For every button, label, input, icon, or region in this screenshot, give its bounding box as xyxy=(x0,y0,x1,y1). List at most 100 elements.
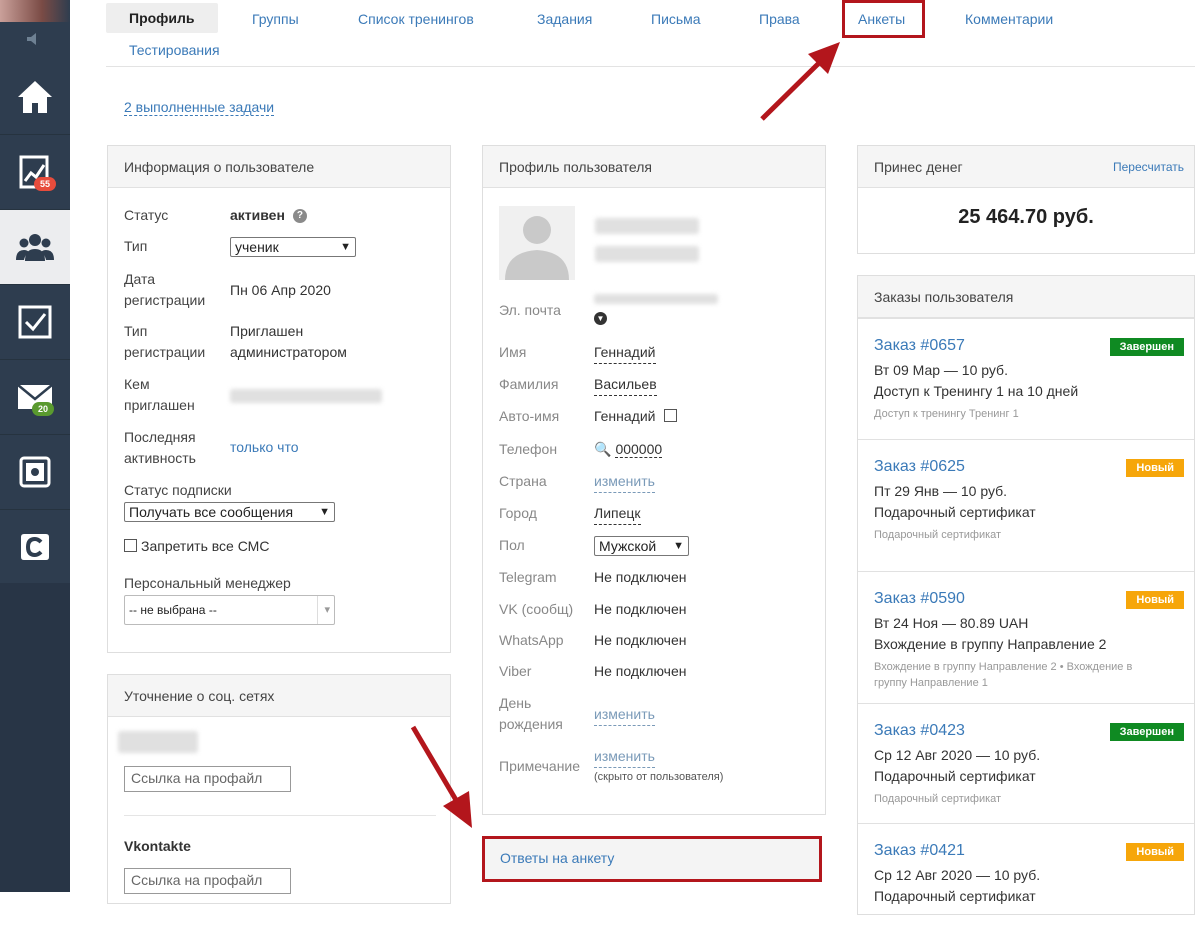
chevron-down-icon[interactable]: ▼ xyxy=(594,312,607,325)
sms-checkbox-row[interactable]: Запретить все СМС xyxy=(124,536,269,557)
birthday-label-2: рождения xyxy=(499,716,563,732)
vk-label: Vkontakte xyxy=(124,838,191,854)
city-value[interactable]: Липецк xyxy=(594,503,641,525)
name-value[interactable]: Геннадий xyxy=(594,342,656,364)
sidebar: 55 20 xyxy=(0,0,70,892)
money-title: Принес денег xyxy=(874,158,963,175)
avatar xyxy=(499,206,575,280)
manager-select[interactable]: -- не выбрана -- ▾ xyxy=(124,595,335,625)
subscription-select[interactable]: Получать все сообщения ▼ xyxy=(124,502,335,522)
help-icon[interactable]: ? xyxy=(292,209,307,224)
done-tasks-link[interactable]: 2 выполненные задачи xyxy=(124,99,275,116)
vk-messages-label: VK (сообщ) xyxy=(499,601,574,617)
orders-panel: Заказы пользователя Заказ #0657 Завершен В… xyxy=(857,275,1195,915)
profile-link-input[interactable]: Ссылка на профайл xyxy=(124,766,291,792)
mail-icon[interactable]: 20 xyxy=(0,360,70,435)
invited-by-blurred[interactable] xyxy=(230,389,382,403)
surveys-tab-highlight xyxy=(842,0,925,38)
arrow-to-surveys-tab xyxy=(760,60,822,121)
answers-highlight: Ответы на анкету xyxy=(482,836,822,882)
name-label: Имя xyxy=(499,344,527,360)
note-change-link[interactable]: изменить xyxy=(594,746,655,768)
autoname-value: Геннадий xyxy=(594,406,677,427)
phone-value[interactable]: 🔍 000000 xyxy=(594,439,663,460)
social-divider xyxy=(124,815,436,816)
order-title-link[interactable]: Заказ #0657 xyxy=(874,337,965,355)
order-item: Заказ #0423 Завершен Ср 12 Авг 2020 — 10 р… xyxy=(858,703,1194,824)
order-status-badge: Завершен xyxy=(1109,338,1184,356)
order-product: Подарочный сертификат xyxy=(874,504,1036,520)
order-title-link[interactable]: Заказ #0590 xyxy=(874,590,965,608)
tasks-checkbox-icon[interactable] xyxy=(0,285,70,360)
order-product-detail: Вхождение в группу Направление 2 • Вхожд… xyxy=(874,661,1133,673)
tab-groups[interactable]: Группы xyxy=(252,11,299,27)
email-label: Эл. почта xyxy=(499,302,561,318)
invited-by-label-1: Кем xyxy=(124,376,150,392)
telegram-label: Telegram xyxy=(499,569,557,585)
tab-trainings[interactable]: Список тренингов xyxy=(358,11,474,27)
safe-icon[interactable] xyxy=(0,435,70,510)
mail-badge: 20 xyxy=(32,402,55,416)
tab-testing[interactable]: Тестирования xyxy=(129,42,220,58)
users-icon[interactable] xyxy=(0,210,70,285)
last-activity-label-1: Последняя xyxy=(124,429,196,445)
order-item: Заказ #0625 Новый Пт 29 Янв — 10 руб. Подар… xyxy=(858,439,1194,572)
analytics-badge: 55 xyxy=(34,177,57,191)
sms-checkbox[interactable] xyxy=(124,539,137,552)
search-icon[interactable]: 🔍 xyxy=(594,441,611,457)
tab-comments[interactable]: Комментарии xyxy=(965,11,1053,27)
viber-label: Viber xyxy=(499,663,532,679)
order-status-badge: Новый xyxy=(1126,459,1184,477)
last-activity-value[interactable]: только что xyxy=(230,437,299,458)
order-date-price: Пт 29 Янв — 10 руб. xyxy=(874,483,1008,499)
gender-label: Пол xyxy=(499,537,525,553)
order-product: Доступ к Тренингу 1 на 10 дней xyxy=(874,383,1079,399)
order-title-link[interactable]: Заказ #0423 xyxy=(874,722,965,740)
whatsapp-label: WhatsApp xyxy=(499,632,564,648)
reg-type-label-2: регистрации xyxy=(124,344,206,360)
home-icon[interactable] xyxy=(0,60,70,135)
money-panel: Принес денег Пересчитать 25 464.70 руб. xyxy=(857,145,1195,254)
autoname-label: Авто-имя xyxy=(499,408,560,424)
tab-rights[interactable]: Права xyxy=(759,11,800,27)
user-avatar[interactable] xyxy=(0,0,70,22)
getcourse-logo-icon[interactable] xyxy=(0,510,70,585)
country-change-link[interactable]: изменить xyxy=(594,471,655,493)
status-label: Статус xyxy=(124,207,169,223)
country-label: Страна xyxy=(499,473,547,489)
chevron-down-icon: ▼ xyxy=(319,506,330,518)
money-amount: 25 464.70 руб. xyxy=(958,206,1094,228)
reg-type-value-2: администратором xyxy=(230,344,347,360)
gender-select[interactable]: Мужской ▼ xyxy=(594,536,689,556)
last-activity-label-2: активность xyxy=(124,450,196,466)
speaker-icon[interactable] xyxy=(22,32,48,48)
order-product: Подарочный сертификат xyxy=(874,768,1036,784)
survey-answers-link[interactable]: Ответы на анкету xyxy=(500,850,614,866)
manager-label: Персональный менеджер xyxy=(124,575,291,591)
chevron-down-icon: ▼ xyxy=(340,241,351,253)
birthday-change-link[interactable]: изменить xyxy=(594,704,655,726)
invited-by-label-2: приглашен xyxy=(124,397,195,413)
order-title-link[interactable]: Заказ #0421 xyxy=(874,842,965,860)
profile-title: Профиль пользователя xyxy=(483,146,825,188)
city-label: Город xyxy=(499,505,537,521)
status-value: активен? xyxy=(230,205,307,226)
analytics-icon[interactable]: 55 xyxy=(0,135,70,210)
email-blurred[interactable] xyxy=(594,294,718,304)
autoname-checkbox[interactable] xyxy=(663,409,677,422)
vk-link-input[interactable]: Ссылка на профайл xyxy=(124,868,291,894)
recalculate-link[interactable]: Пересчитать xyxy=(1113,160,1184,174)
type-select[interactable]: ученик ▼ xyxy=(230,237,356,257)
order-date-price: Вт 09 Мар — 10 руб. xyxy=(874,362,1008,378)
tab-profile[interactable]: Профиль xyxy=(106,3,218,33)
order-item: Заказ #0590 Новый Вт 24 Ноя — 80.89 UAH Вхо… xyxy=(858,571,1194,704)
chevron-down-icon: ▾ xyxy=(317,596,330,624)
order-title-link[interactable]: Заказ #0625 xyxy=(874,458,965,476)
tab-letters[interactable]: Письма xyxy=(651,11,701,27)
phone-label: Телефон xyxy=(499,441,558,457)
order-date-price: Вт 24 Ноя — 80.89 UAH xyxy=(874,615,1029,631)
user-profile-panel: Профиль пользователя Эл. почта ▼ Имя Ген… xyxy=(482,145,826,815)
tab-tasks[interactable]: Задания xyxy=(537,11,592,27)
chevron-down-icon: ▼ xyxy=(673,540,684,552)
surname-value[interactable]: Васильев xyxy=(594,374,657,396)
